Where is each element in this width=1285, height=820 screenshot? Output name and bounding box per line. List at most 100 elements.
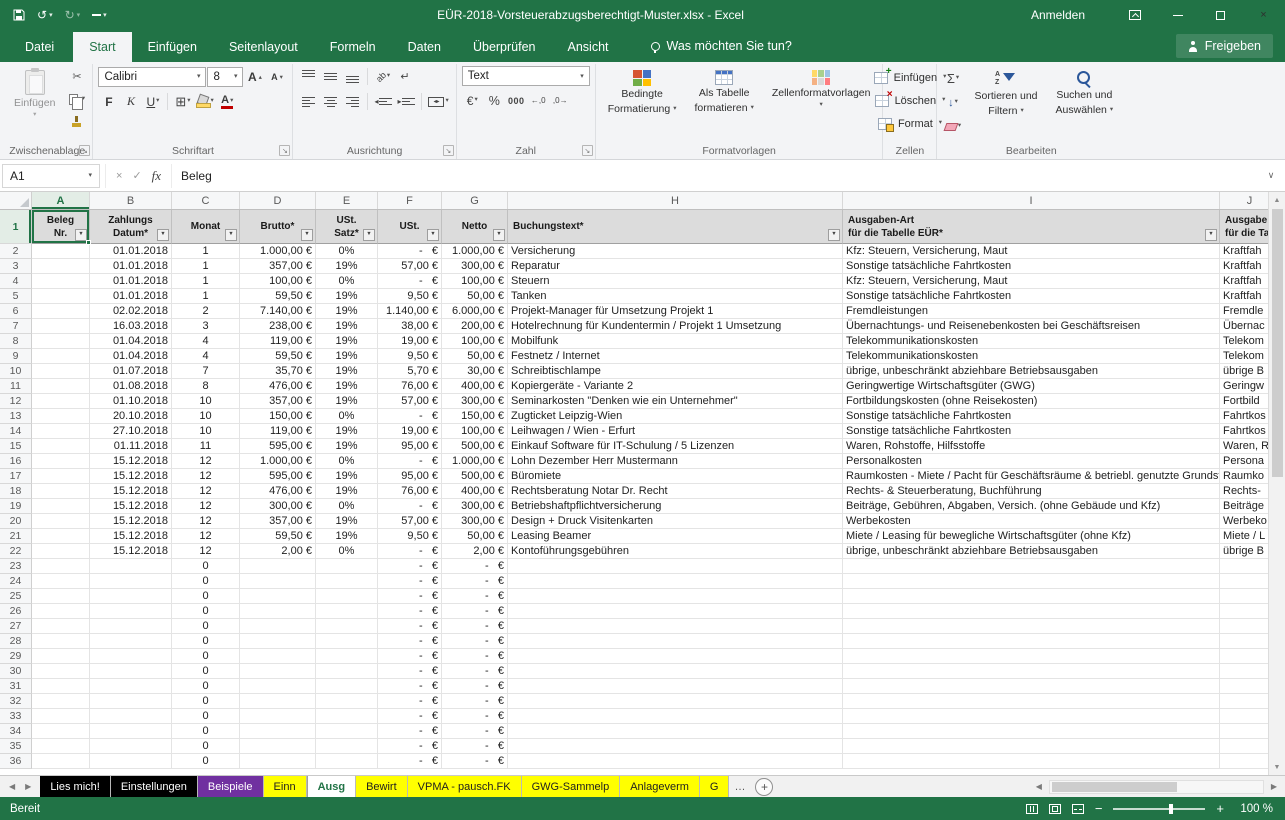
- find-select-button[interactable]: Suchen und Auswählen▾: [1049, 66, 1121, 118]
- page-break-view-button[interactable]: [1072, 804, 1084, 814]
- cell-c9[interactable]: 4: [172, 349, 240, 364]
- cell-j2[interactable]: Kraftfah: [1220, 244, 1268, 259]
- cell-d19[interactable]: 300,00 €: [240, 499, 316, 514]
- row-header-14[interactable]: 14: [0, 424, 32, 439]
- row-header-2[interactable]: 2: [0, 244, 32, 259]
- cell-h26[interactable]: [508, 604, 843, 619]
- cell-e14[interactable]: 19%: [316, 424, 378, 439]
- share-button[interactable]: Freigeben: [1176, 34, 1273, 58]
- cell-d2[interactable]: 1.000,00 €: [240, 244, 316, 259]
- cell-j7[interactable]: Übernac: [1220, 319, 1268, 334]
- cell-a19[interactable]: [32, 499, 90, 514]
- column-header-j[interactable]: J: [1220, 192, 1268, 209]
- cell-f3[interactable]: 57,00 €: [378, 259, 442, 274]
- cell-f5[interactable]: 9,50 €: [378, 289, 442, 304]
- cell-j35[interactable]: [1220, 739, 1268, 754]
- cell-a3[interactable]: [32, 259, 90, 274]
- cell-d35[interactable]: [240, 739, 316, 754]
- cell-j17[interactable]: Raumko: [1220, 469, 1268, 484]
- scroll-down-icon[interactable]: ▼: [1269, 759, 1285, 775]
- cell-e5[interactable]: 19%: [316, 289, 378, 304]
- zoom-slider-thumb[interactable]: [1169, 804, 1173, 814]
- row-header-6[interactable]: 6: [0, 304, 32, 319]
- cell-e6[interactable]: 19%: [316, 304, 378, 319]
- format-cells-button[interactable]: Format▾: [888, 112, 931, 135]
- selection-fill-handle[interactable]: [86, 240, 91, 245]
- align-center-button[interactable]: [320, 91, 341, 112]
- cell-j27[interactable]: [1220, 619, 1268, 634]
- wrap-text-button[interactable]: ↵: [394, 66, 415, 87]
- zoom-out-button[interactable]: −: [1095, 802, 1103, 815]
- cell-j14[interactable]: Fahrtkos: [1220, 424, 1268, 439]
- cell-f30[interactable]: - €: [378, 664, 442, 679]
- cell-g10[interactable]: 30,00 €: [442, 364, 508, 379]
- cell-g25[interactable]: - €: [442, 589, 508, 604]
- accounting-format-button[interactable]: €▾: [462, 90, 483, 111]
- row-header-10[interactable]: 10: [0, 364, 32, 379]
- cell-a35[interactable]: [32, 739, 90, 754]
- cell-e31[interactable]: [316, 679, 378, 694]
- cell-i12[interactable]: Fortbildungskosten (ohne Reisekosten): [843, 394, 1220, 409]
- enter-icon[interactable]: ✓: [132, 169, 141, 182]
- row-header-30[interactable]: 30: [0, 664, 32, 679]
- cell-b2[interactable]: 01.01.2018: [90, 244, 172, 259]
- cell-f24[interactable]: - €: [378, 574, 442, 589]
- cell-c4[interactable]: 1: [172, 274, 240, 289]
- header-cell-b[interactable]: ZahlungsDatum*▼: [90, 210, 172, 244]
- cell-f10[interactable]: 5,70 €: [378, 364, 442, 379]
- cell-b9[interactable]: 01.04.2018: [90, 349, 172, 364]
- cell-g2[interactable]: 1.000,00 €: [442, 244, 508, 259]
- cell-j34[interactable]: [1220, 724, 1268, 739]
- cell-f20[interactable]: 57,00 €: [378, 514, 442, 529]
- column-header-g[interactable]: G: [442, 192, 508, 209]
- cell-d25[interactable]: [240, 589, 316, 604]
- cell-d17[interactable]: 595,00 €: [240, 469, 316, 484]
- cell-d36[interactable]: [240, 754, 316, 769]
- cell-i23[interactable]: [843, 559, 1220, 574]
- cell-h28[interactable]: [508, 634, 843, 649]
- cell-j6[interactable]: Fremdle: [1220, 304, 1268, 319]
- cell-b24[interactable]: [90, 574, 172, 589]
- cell-i24[interactable]: [843, 574, 1220, 589]
- decrease-indent-button[interactable]: ◂: [372, 91, 394, 112]
- cell-g34[interactable]: - €: [442, 724, 508, 739]
- ribbon-tab-formeln[interactable]: Formeln: [314, 32, 392, 62]
- cell-h24[interactable]: [508, 574, 843, 589]
- cell-g12[interactable]: 300,00 €: [442, 394, 508, 409]
- cell-a23[interactable]: [32, 559, 90, 574]
- cell-c34[interactable]: 0: [172, 724, 240, 739]
- cell-b11[interactable]: 01.08.2018: [90, 379, 172, 394]
- row-header-29[interactable]: 29: [0, 649, 32, 664]
- scroll-left-icon[interactable]: ◀: [1031, 782, 1047, 791]
- page-layout-view-button[interactable]: [1049, 804, 1061, 814]
- cell-f17[interactable]: 95,00 €: [378, 469, 442, 484]
- cut-button[interactable]: ✂: [66, 66, 87, 87]
- cell-e32[interactable]: [316, 694, 378, 709]
- cell-b36[interactable]: [90, 754, 172, 769]
- dialog-launcher-icon[interactable]: ↘: [582, 145, 593, 156]
- cell-h6[interactable]: Projekt-Manager für Umsetzung Projekt 1: [508, 304, 843, 319]
- cell-c23[interactable]: 0: [172, 559, 240, 574]
- cell-h14[interactable]: Leihwagen / Wien - Erfurt: [508, 424, 843, 439]
- increase-decimal-button[interactable]: ←,0: [528, 90, 549, 111]
- cell-h18[interactable]: Rechtsberatung Notar Dr. Recht: [508, 484, 843, 499]
- cell-a30[interactable]: [32, 664, 90, 679]
- cell-e30[interactable]: [316, 664, 378, 679]
- cell-g27[interactable]: - €: [442, 619, 508, 634]
- row-header-35[interactable]: 35: [0, 739, 32, 754]
- cell-c16[interactable]: 12: [172, 454, 240, 469]
- cell-a11[interactable]: [32, 379, 90, 394]
- filter-button[interactable]: ▼: [828, 229, 840, 241]
- cell-e9[interactable]: 19%: [316, 349, 378, 364]
- cell-j16[interactable]: Persona: [1220, 454, 1268, 469]
- cell-h2[interactable]: Versicherung: [508, 244, 843, 259]
- cell-c17[interactable]: 12: [172, 469, 240, 484]
- row-header-26[interactable]: 26: [0, 604, 32, 619]
- percent-style-button[interactable]: %: [484, 90, 505, 111]
- cell-a8[interactable]: [32, 334, 90, 349]
- cell-a32[interactable]: [32, 694, 90, 709]
- cell-j32[interactable]: [1220, 694, 1268, 709]
- cell-i22[interactable]: übrige, unbeschränkt abziehbare Betriebs…: [843, 544, 1220, 559]
- row-header-8[interactable]: 8: [0, 334, 32, 349]
- cell-c28[interactable]: 0: [172, 634, 240, 649]
